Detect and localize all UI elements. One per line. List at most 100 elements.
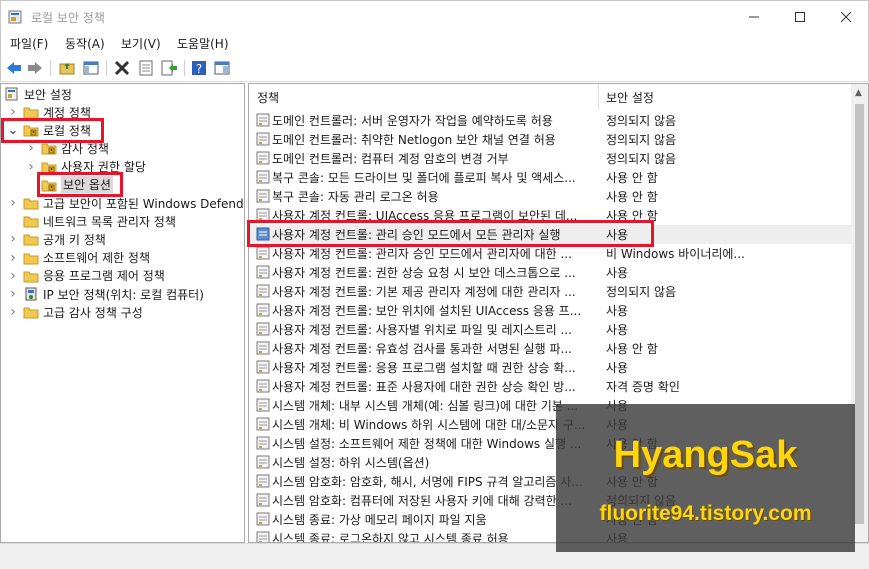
minimize-button[interactable]: [731, 1, 777, 33]
column-header-setting[interactable]: 보안 설정: [600, 84, 852, 110]
table-row[interactable]: 도메인 컨트롤러: 컴퓨터 계정 암호의 변경 거부 정의되지 않음: [249, 149, 853, 168]
tree-item-label: IP 보안 정책(위치: 로컬 컴퓨터): [43, 287, 204, 302]
policy-name: 사용자 계정 컨트롤: 표준 사용자에 대한 권한 상승 확인 방...: [272, 380, 576, 394]
policy-setting-icon: [256, 246, 270, 260]
forward-arrow-icon[interactable]: [26, 59, 44, 77]
table-row[interactable]: 사용자 계정 컨트롤: 권한 상승 요청 시 보안 데스크톱으로 ... 사용: [249, 263, 853, 282]
tree-item-label: 고급 보안이 포함된 Windows Defend: [43, 196, 244, 211]
close-icon: [841, 12, 851, 22]
policy-setting-icon: [256, 113, 270, 127]
table-row[interactable]: 사용자 계정 컨트롤: 유효성 검사를 통과한 서명된 실행 파... 사용 안 …: [249, 339, 853, 358]
back-arrow-icon[interactable]: [5, 59, 23, 77]
policy-setting-icon: [256, 151, 270, 165]
policy-setting-icon: [256, 436, 270, 450]
watermark: HyangSak fluorite94.tistory.com: [556, 404, 855, 552]
policy-setting-value: 사용: [606, 323, 629, 337]
minimize-icon: [749, 16, 759, 18]
table-row[interactable]: 도메인 컨트롤러: 서버 운영자가 작업을 예약하도록 허용 정의되지 않음: [249, 111, 853, 130]
toolbar: ?: [0, 54, 869, 82]
chevron-right-icon[interactable]: ›: [7, 249, 19, 267]
policy-setting-icon: [256, 341, 270, 355]
chevron-right-icon[interactable]: ›: [7, 303, 19, 321]
table-row[interactable]: 복구 콘솔: 모든 드라이브 및 폴더에 플로피 복사 및 액세스... 사용 안…: [249, 168, 853, 187]
column-header-policy[interactable]: 정책: [249, 84, 599, 110]
table-row[interactable]: 사용자 계정 컨트롤: 사용자별 위치로 파일 및 레지스트리 ... 사용: [249, 320, 853, 339]
table-row[interactable]: 사용자 계정 컨트롤: 응용 프로그램 설치할 때 권한 상승 확... 사용: [249, 358, 853, 377]
policy-setting-value: 사용: [606, 266, 629, 280]
policy-name: 복구 콘솔: 자동 관리 로그온 허용: [272, 190, 439, 204]
menu-bar: 파일(F) 동작(A) 보기(V) 도움말(H): [0, 32, 869, 54]
chevron-right-icon[interactable]: ›: [7, 230, 19, 248]
policy-name: 시스템 개체: 비 Windows 하위 시스템에 대한 대/소문자 구...: [272, 418, 586, 432]
policy-setting-icon: [256, 474, 270, 488]
chevron-right-icon[interactable]: ›: [7, 194, 19, 212]
menu-file[interactable]: 파일(F): [10, 35, 48, 52]
tree-item[interactable]: 네트워크 목록 관리자 정책: [7, 212, 176, 230]
folder-icon: [23, 307, 39, 319]
policy-setting-value: 정의되지 않음: [606, 133, 677, 147]
scrollbar-thumb[interactable]: [855, 104, 864, 524]
policy-setting-value: 비 Windows 바이너리에...: [606, 247, 745, 261]
watermark-title: HyangSak: [613, 434, 798, 476]
watermark-subtitle: fluorite94.tistory.com: [599, 502, 812, 525]
policy-setting-value: 정의되지 않음: [606, 152, 677, 166]
policy-setting-icon: [256, 189, 270, 203]
policy-name: 사용자 계정 컨트롤: 유효성 검사를 통과한 서명된 실행 파...: [272, 342, 572, 356]
maximize-button[interactable]: [777, 1, 823, 33]
policy-setting-icon: [256, 303, 270, 317]
tree-item[interactable]: › 고급 감사 정책 구성: [7, 303, 143, 321]
tree-item-label: 고급 감사 정책 구성: [43, 305, 143, 320]
policy-setting-icon: [256, 170, 270, 184]
tree-item[interactable]: › 공개 키 정책: [7, 230, 106, 248]
tree-item[interactable]: › 응용 프로그램 제어 정책: [7, 267, 165, 285]
menu-help[interactable]: 도움말(H): [177, 35, 229, 52]
table-row[interactable]: 사용자 계정 컨트롤: 보안 위치에 설치된 UIAccess 응용 프... 사…: [249, 301, 853, 320]
policy-name: 시스템 암호화: 암호화, 해시, 서명에 FIPS 규격 알고리즘 사...: [272, 475, 583, 489]
highlight-box-uac-admin-approval: [247, 220, 654, 247]
properties-icon[interactable]: [137, 59, 155, 77]
action-pane-icon[interactable]: [213, 59, 231, 77]
policy-setting-value: 사용 안 함: [606, 342, 658, 356]
folder-icon: [23, 107, 39, 119]
policy-setting-value: 자격 증명 확인: [606, 380, 680, 394]
policy-name: 시스템 종료: 로그온하지 않고 시스템 종료 허용: [272, 532, 509, 543]
folder-icon: [23, 216, 39, 228]
help-icon[interactable]: ?: [190, 59, 208, 77]
close-button[interactable]: [823, 1, 869, 33]
chevron-right-icon[interactable]: ›: [25, 158, 37, 176]
policy-setting-icon: [256, 360, 270, 374]
table-row[interactable]: 사용자 계정 컨트롤: 기본 제공 관리자 계정에 대한 관리자 ... 정의되지…: [249, 282, 853, 301]
table-row[interactable]: 도메인 컨트롤러: 취약한 Netlogon 보안 채널 연결 허용 정의되지 않…: [249, 130, 853, 149]
tree-root-label: 보안 설정: [24, 87, 72, 102]
highlight-box-local-policy: [1, 118, 104, 143]
scroll-up-icon[interactable]: ▲: [855, 88, 862, 98]
menu-action[interactable]: 동작(A): [65, 35, 105, 52]
tree-root-security-settings[interactable]: 보안 설정: [4, 85, 72, 103]
policy-name: 사용자 계정 컨트롤: 권한 상승 요청 시 보안 데스크톱으로 ...: [272, 266, 576, 280]
policy-name: 사용자 계정 컨트롤: 사용자별 위치로 파일 및 레지스트리 ...: [272, 323, 572, 337]
security-policy-app-icon: [8, 10, 22, 24]
chevron-right-icon[interactable]: ›: [7, 267, 19, 285]
folder-icon: [23, 234, 39, 246]
policy-setting-icon: [256, 379, 270, 393]
tree-item[interactable]: › 소프트웨어 제한 정책: [7, 249, 150, 267]
up-folder-icon[interactable]: [58, 59, 76, 77]
chevron-right-icon[interactable]: ›: [7, 285, 19, 303]
export-list-icon[interactable]: [160, 59, 178, 77]
ip-security-icon: [25, 287, 37, 301]
table-row[interactable]: 사용자 계정 컨트롤: 표준 사용자에 대한 권한 상승 확인 방... 자격 증…: [249, 377, 853, 396]
policy-name: 시스템 암호화: 컴퓨터에 저장된 사용자 키에 대해 강력한 ...: [272, 494, 572, 508]
menu-view[interactable]: 보기(V): [121, 35, 161, 52]
tree-pane[interactable]: 보안 설정 › 계정 정책 ⌄ 로컬 정책 › 감사 정책 › 사용자 권한 할당 보안 옵션 ›…: [0, 83, 245, 543]
tree-item-label: 소프트웨어 제한 정책: [43, 251, 150, 266]
folder-icon: [23, 198, 39, 210]
tree-item[interactable]: › IP 보안 정책(위치: 로컬 컴퓨터): [7, 285, 204, 303]
show-hide-tree-icon[interactable]: [82, 59, 100, 77]
table-row[interactable]: 복구 콘솔: 자동 관리 로그온 허용 사용 안 함: [249, 187, 853, 206]
policy-setting-value: 사용: [606, 304, 629, 318]
policy-name: 시스템 종료: 가상 메모리 페이지 파일 지움: [272, 513, 487, 527]
title-bar: 로컬 보안 정책: [0, 0, 869, 32]
policy-setting-value: 정의되지 않음: [606, 114, 677, 128]
delete-icon[interactable]: [113, 59, 131, 77]
